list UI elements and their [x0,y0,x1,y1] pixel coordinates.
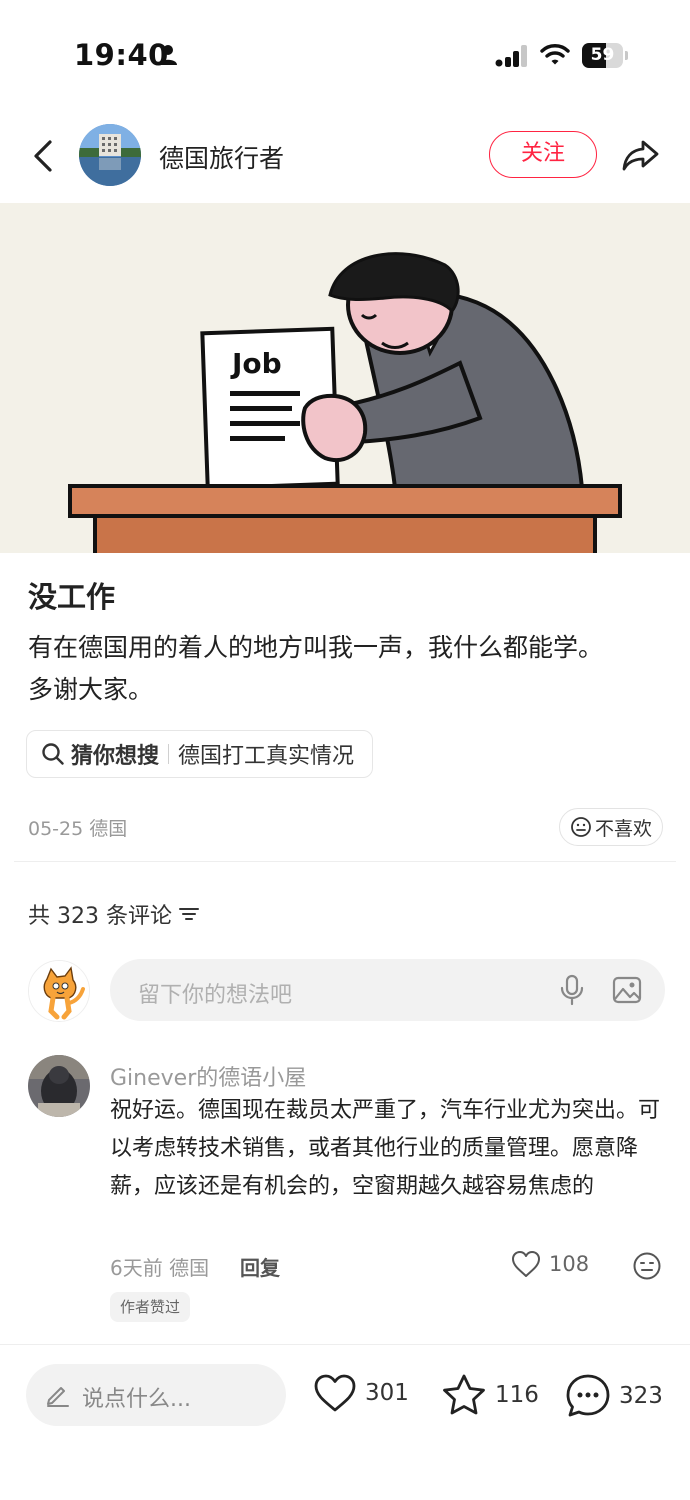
post-body-line: 有在德国用的着人的地方叫我一声，我什么都能学。 [28,633,604,662]
related-search-chip[interactable]: 猜你想搜 德国打工真实情况 [26,730,374,778]
bottom-action-bar: 说点什么... 301 116 323 [0,1344,690,1500]
heart-icon [314,1374,356,1412]
comment-meta: 6天前 德国 [110,1256,210,1280]
post-image[interactable]: Job [0,203,690,553]
bottom-input-placeholder: 说点什么... [82,1387,191,1412]
battery-indicator: 59 [582,43,628,68]
neutral-face-icon[interactable] [632,1251,662,1281]
post-date-location: 05-25 德国 [28,818,128,840]
comment-like-count: 108 [549,1252,590,1276]
pencil-icon [47,1387,69,1407]
comment-input[interactable]: 留下你的想法吧 [110,959,665,1021]
comment-bubble-icon [566,1374,610,1417]
battery-percent: 59 [590,45,615,65]
author-name[interactable]: 德国旅行者 [159,139,284,175]
my-avatar[interactable] [28,960,90,1022]
comment-like-button[interactable]: 108 [511,1250,589,1278]
comment-count: 323 [619,1383,663,1409]
post-body-line: 多谢大家。 [28,675,154,704]
comments-button[interactable]: 323 [565,1373,663,1419]
comment-text: 祝好运。德国现在裁员太严重了，汽车行业尤为突出。可以考虑转技术销售，或者其他行业… [110,1098,661,1199]
search-chip-text: 德国打工真实情况 [178,744,355,769]
sort-icon [178,908,199,920]
wifi-icon [540,44,570,65]
comment-input-placeholder: 留下你的想法吧 [138,983,293,1008]
job-paper-text: Job [230,347,282,380]
post-title: 没工作 [28,580,116,614]
search-chip-prefix: 猜你想搜 [71,744,160,769]
back-arrow-icon[interactable] [28,136,58,176]
author-avatar[interactable] [79,124,141,186]
status-time: 19:40 [74,38,169,72]
share-icon[interactable] [620,134,662,176]
status-bar: 19:40 59 [0,0,690,110]
chip-divider [168,744,170,764]
section-divider [14,861,676,862]
cellular-signal-icon [495,45,527,67]
follow-button[interactable]: 关注 [489,131,597,178]
heart-icon [512,1251,540,1277]
reply-button[interactable]: 回复 [240,1252,280,1281]
person-icon [159,45,177,65]
like-button[interactable]: 301 [313,1373,409,1413]
star-icon [443,1374,485,1415]
favorite-button[interactable]: 116 [441,1373,539,1417]
comment-count-label: 共 323 条评论 [28,904,172,929]
post-header: 德国旅行者 关注 [0,110,690,202]
favorite-count: 116 [495,1382,539,1408]
bottom-comment-input[interactable]: 说点什么... [26,1364,286,1426]
commenter-username[interactable]: Ginever的德语小屋 [110,1060,306,1092]
search-icon [42,743,64,765]
dislike-label: 不喜欢 [594,817,652,840]
image-icon[interactable] [612,975,642,1005]
dislike-button[interactable]: 不喜欢 [559,808,663,846]
commenter-avatar[interactable] [28,1055,90,1117]
author-liked-badge: 作者赞过 [110,1292,191,1322]
like-count: 301 [365,1380,409,1406]
neutral-face-icon [571,817,591,837]
post-body: 有在德国用的着人的地方叫我一声，我什么都能学。 多谢大家。 [28,627,668,711]
comment-count-sort[interactable]: 共 323 条评论 [28,898,200,930]
microphone-icon[interactable] [559,974,585,1006]
